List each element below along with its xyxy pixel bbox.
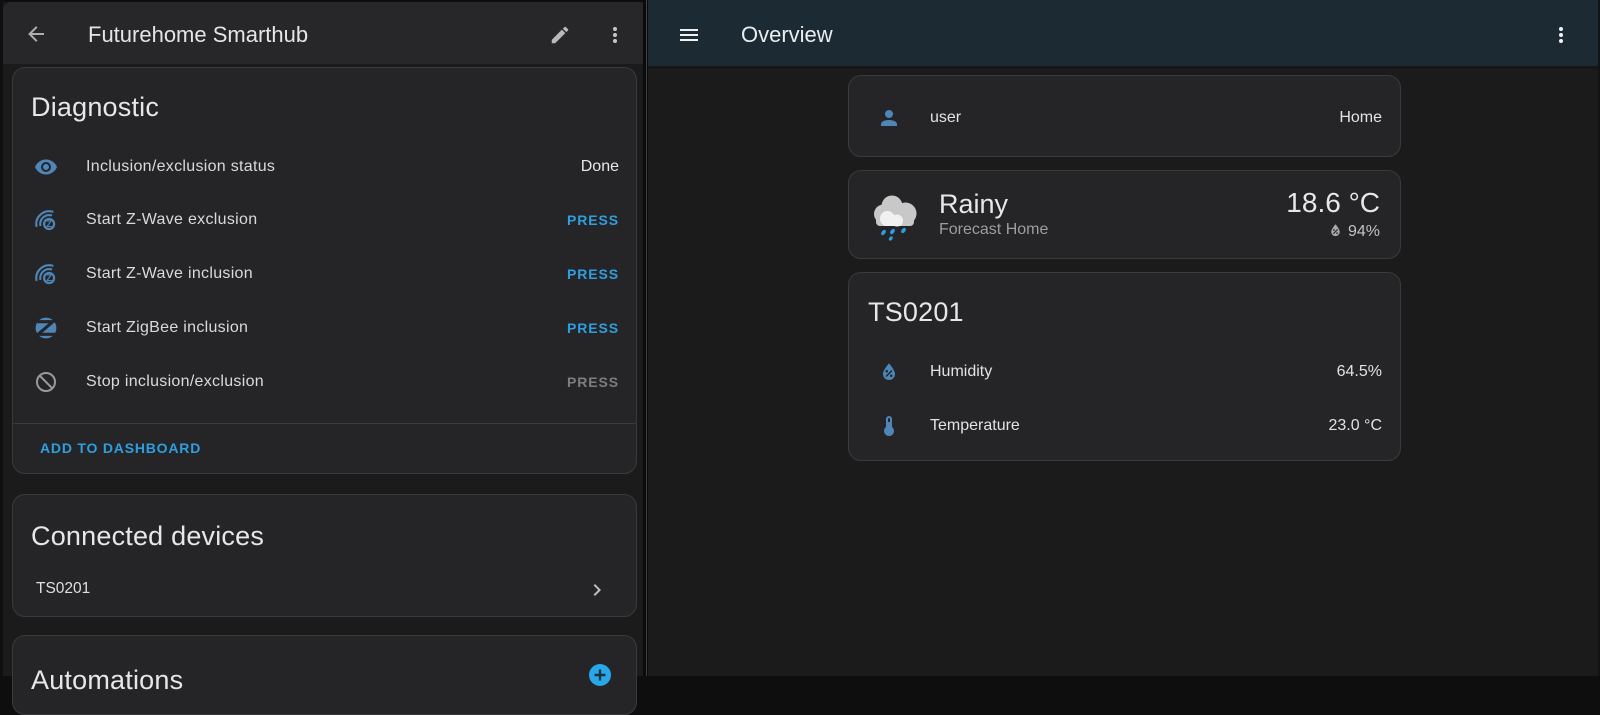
svg-text:Z: Z [46, 219, 52, 229]
svg-text:Z: Z [46, 273, 52, 283]
